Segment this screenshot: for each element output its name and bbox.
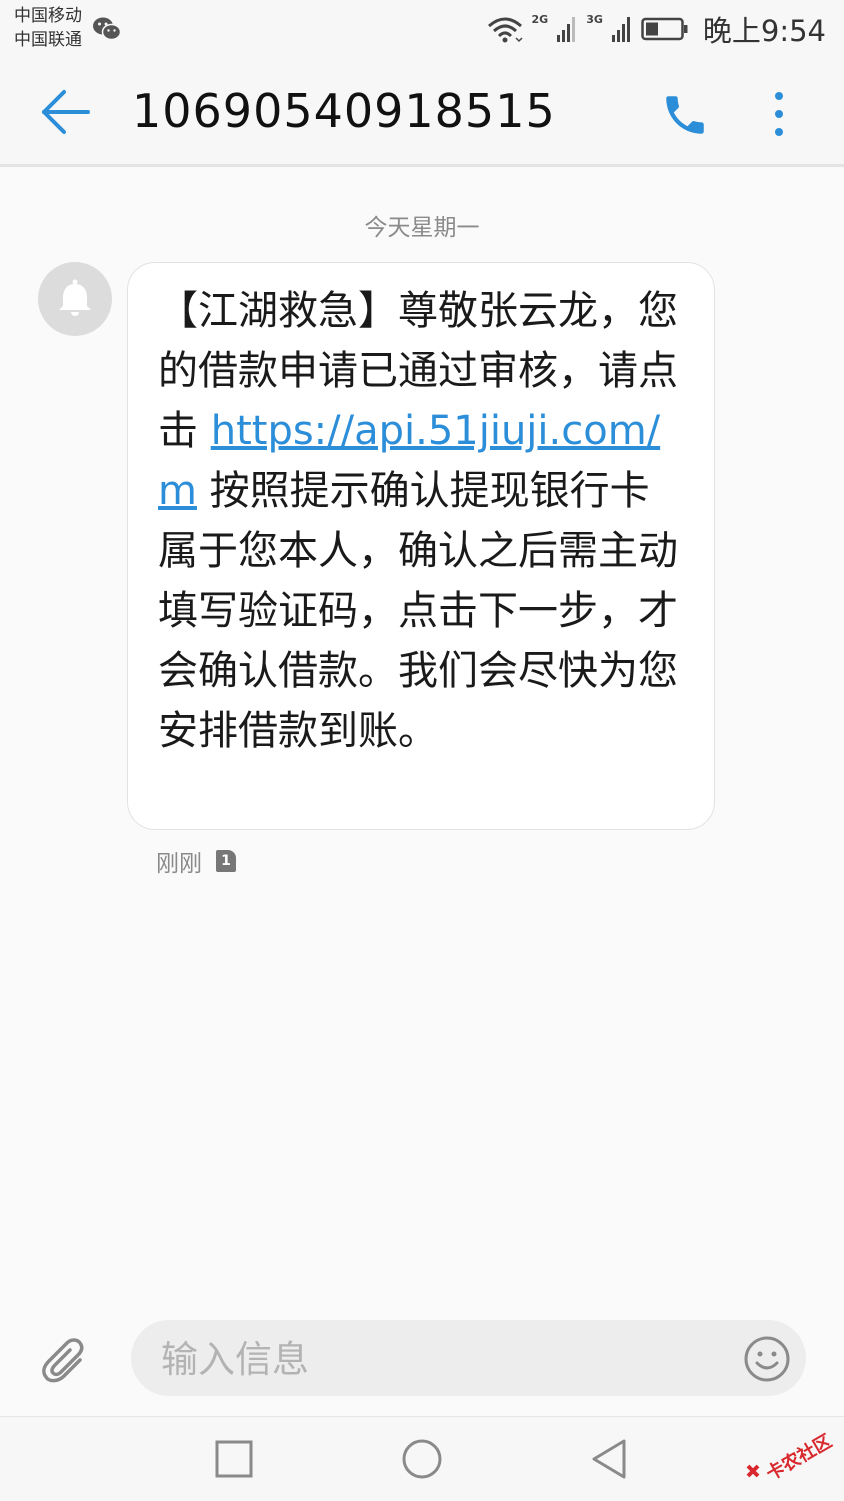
signal-icon [557,17,576,42]
recents-square-icon[interactable] [212,1437,256,1481]
bell-icon [59,279,91,316]
more-vertical-icon[interactable] [764,88,794,140]
sim-card-icon: 1 [216,850,236,872]
svg-text:卡农社区: 卡农社区 [762,1430,835,1485]
avatar[interactable] [38,262,112,336]
home-circle-icon[interactable] [400,1437,444,1481]
watermark-logo: 卡农社区 [746,1430,836,1485]
message-text: 【江湖救急】尊敬张云龙，您的借款申请已通过审核，请点击 https://api.… [158,281,678,761]
message-time: 刚刚 [156,851,202,877]
system-nav-bar [0,1416,844,1501]
message-meta: 刚刚 1 [156,844,236,878]
message-composer [131,1320,806,1398]
status-time: 晚上9:54 [702,14,826,48]
back-triangle-icon[interactable] [588,1437,632,1481]
battery-icon [641,17,688,41]
message-bubble[interactable]: 【江湖救急】尊敬张云龙，您的借款申请已通过审核，请点击 https://api.… [127,262,715,830]
signal-icon [611,17,630,42]
date-separator: 今天星期一 [364,215,480,241]
carrier-1: 中国移动 [14,6,82,26]
back-arrow-icon[interactable] [40,88,92,136]
wifi-icon [487,17,523,43]
page-title: 10690540918515 [132,84,556,138]
conversation-header: 10690540918515 [0,58,844,167]
status-bar: 中国移动 中国联通 2G 3G 晚上9:54 [0,0,844,58]
status-icons: 2G 3G 晚上9:54 [486,10,826,48]
network-type-1: 2G [531,12,549,26]
paperclip-icon[interactable] [40,1336,92,1388]
phone-icon[interactable] [660,90,710,140]
carrier-2: 中国联通 [14,30,82,50]
carrier-labels: 中国移动 中国联通 [14,4,82,52]
smiley-icon[interactable] [742,1334,792,1384]
network-type-2: 3G [586,12,603,26]
wechat-icon [93,17,122,41]
message-text-after: 按照提示确认提现银行卡属于您本人，确认之后需主动填写验证码，点击下一步，才会确认… [158,468,678,754]
message-input[interactable] [159,1320,723,1398]
